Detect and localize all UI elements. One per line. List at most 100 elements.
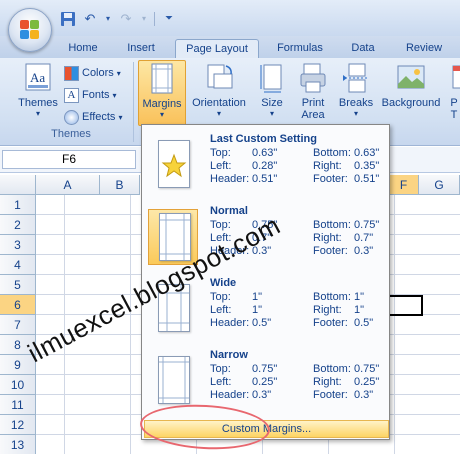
row-header[interactable]: 10: [0, 375, 36, 395]
margin-value: 0.75": [354, 219, 380, 231]
column-header-b[interactable]: B: [100, 175, 140, 195]
margin-value: 0.51": [354, 173, 380, 185]
row-header[interactable]: 1: [0, 195, 36, 215]
background-button[interactable]: Background: [378, 62, 444, 109]
margin-value: 0.28": [252, 160, 278, 172]
margin-value: 1": [252, 304, 263, 316]
margin-value: 1": [354, 304, 365, 316]
tab-formulas[interactable]: Formulas: [268, 39, 332, 58]
colors-button[interactable]: Colors ▾: [64, 64, 121, 82]
margin-option-title: Normal: [210, 205, 248, 217]
fonts-button[interactable]: A Fonts ▾: [64, 86, 117, 104]
themes-button[interactable]: Aa Themes ▾: [16, 62, 60, 118]
margin-key: Top:: [210, 219, 231, 231]
tab-data[interactable]: Data: [340, 39, 386, 58]
margins-button[interactable]: Margins ▾: [138, 60, 186, 126]
svg-text:Aa: Aa: [30, 70, 45, 85]
size-button[interactable]: Size ▾: [255, 62, 289, 118]
margin-option-last-custom[interactable]: Last Custom Setting Top: 0.63" Bottom: 0…: [142, 129, 389, 199]
margin-key: Footer:: [313, 389, 348, 401]
margin-option-title: Wide: [210, 277, 237, 289]
margin-thumbnail: [148, 137, 198, 193]
background-label: Background: [381, 97, 441, 109]
customize-qat-icon[interactable]: ⏷: [161, 11, 177, 27]
save-icon[interactable]: [60, 11, 76, 27]
office-button[interactable]: [8, 8, 52, 52]
column-header-a[interactable]: A: [36, 175, 100, 195]
tab-home[interactable]: Home: [58, 39, 108, 58]
redo-icon[interactable]: ↷: [118, 11, 134, 27]
margin-key: Top:: [210, 363, 231, 375]
chevron-down-icon: ▾: [216, 109, 221, 118]
select-all-corner[interactable]: [0, 175, 36, 195]
tab-review[interactable]: Review: [398, 39, 450, 58]
margin-key: Bottom:: [313, 147, 351, 159]
colors-label: Colors: [82, 67, 114, 79]
margin-value: 0.5": [252, 317, 272, 329]
margin-key: Top:: [210, 291, 231, 303]
print-titles-label: P T: [450, 97, 458, 121]
breaks-button[interactable]: Breaks ▾: [336, 62, 376, 118]
margin-key: Top:: [210, 147, 231, 159]
margin-value: 0.25": [252, 376, 278, 388]
column-header-g[interactable]: G: [419, 175, 460, 195]
margin-value: 0.75": [252, 363, 278, 375]
effects-icon: [64, 109, 79, 125]
print-area-icon: [298, 62, 328, 94]
chevron-down-icon: ▾: [118, 112, 123, 122]
row-header[interactable]: 4: [0, 255, 36, 275]
row-header[interactable]: 3: [0, 235, 36, 255]
print-area-label: Print Area: [301, 97, 325, 121]
margin-value: 0.3": [354, 389, 374, 401]
undo-icon[interactable]: ↶: [82, 11, 98, 27]
orientation-label: Orientation: [192, 97, 246, 109]
divider: [154, 12, 155, 26]
fonts-icon: A: [64, 87, 79, 103]
margin-value: 1": [354, 291, 365, 303]
fonts-label: Fonts: [82, 89, 110, 101]
margin-key: Right:: [313, 160, 342, 172]
margin-key: Right:: [313, 304, 342, 316]
group-label-themes: Themes: [51, 128, 91, 140]
margins-icon: [147, 63, 177, 95]
custom-margins-button[interactable]: Custom Margins...: [144, 420, 389, 438]
margin-key: Header:: [210, 317, 250, 329]
tab-insert[interactable]: Insert: [115, 39, 167, 58]
margin-key: Bottom:: [313, 363, 351, 375]
margin-key: Left:: [210, 160, 232, 172]
row-header[interactable]: 11: [0, 395, 36, 415]
name-box[interactable]: F6: [2, 150, 136, 169]
chevron-down-icon: ▾: [353, 109, 358, 118]
chevron-down-icon[interactable]: ▾: [104, 11, 112, 27]
tab-page-layout[interactable]: Page Layout: [175, 39, 259, 58]
orientation-button[interactable]: Orientation ▾: [190, 62, 248, 118]
print-area-button[interactable]: Print Area: [295, 62, 331, 121]
effects-button[interactable]: Effects ▾: [64, 108, 122, 126]
row-header[interactable]: 6: [0, 295, 36, 315]
row-header[interactable]: 12: [0, 415, 36, 435]
office-logo-icon: [20, 20, 40, 40]
row-header[interactable]: 2: [0, 215, 36, 235]
column-header-f[interactable]: F: [389, 175, 419, 195]
row-header[interactable]: 5: [0, 275, 36, 295]
title-bar: ↶ ▾ ↷ ▾ ⏷: [0, 0, 460, 36]
margin-key: Left:: [210, 376, 232, 388]
margin-option-narrow[interactable]: Narrow Top: 0.75" Bottom: 0.75" Left: 0.…: [142, 345, 389, 415]
effects-label: Effects: [82, 111, 116, 123]
margin-value: 0.3": [252, 389, 272, 401]
size-label: Size: [261, 97, 283, 109]
margin-value: 0.5": [354, 317, 374, 329]
chevron-down-icon: ▾: [35, 109, 40, 118]
chevron-down-icon[interactable]: ▾: [140, 11, 148, 27]
margin-key: Header:: [210, 173, 250, 185]
chevron-down-icon: ▾: [269, 109, 274, 118]
active-cell[interactable]: [387, 295, 423, 316]
margin-key: Left:: [210, 304, 232, 316]
print-titles-button[interactable]: P T: [449, 62, 460, 121]
row-header[interactable]: 13: [0, 435, 36, 454]
chevron-down-icon: ▾: [112, 90, 117, 100]
margin-value: 1": [252, 291, 263, 303]
margin-value: 0.63": [252, 147, 278, 159]
row-header[interactable]: 7: [0, 315, 36, 335]
colors-icon: [64, 65, 79, 81]
